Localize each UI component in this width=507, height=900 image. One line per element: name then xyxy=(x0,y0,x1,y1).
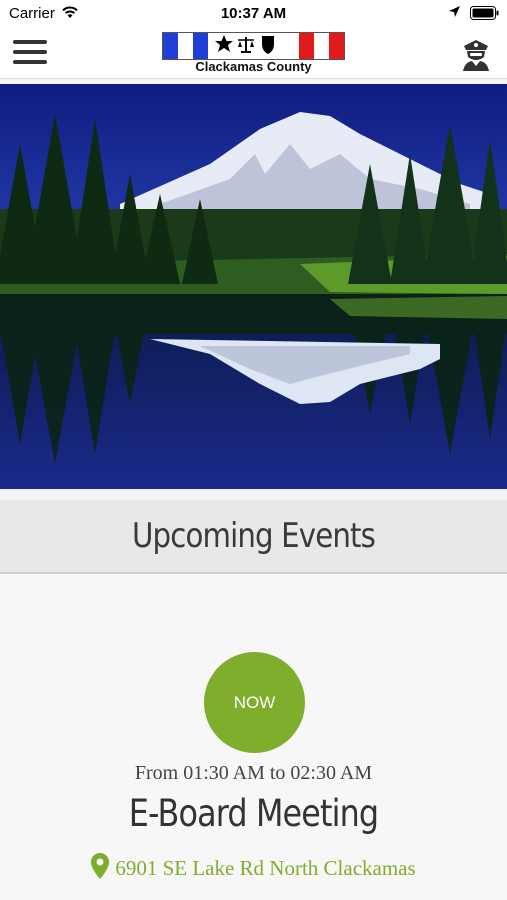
section-title: Upcoming Events xyxy=(131,516,376,556)
status-bar: Carrier 10:37 AM xyxy=(0,0,507,28)
battery-icon xyxy=(470,6,499,20)
location-arrow-icon xyxy=(448,5,461,22)
event-location-link[interactable]: 6901 SE Lake Rd North Clackamas xyxy=(0,853,507,885)
logo-emblems-icon xyxy=(215,35,274,54)
navigation-bar: Clackamas County xyxy=(0,28,507,79)
police-officer-icon[interactable] xyxy=(459,37,493,71)
clock-time: 10:37 AM xyxy=(220,5,287,22)
logo-stripe xyxy=(163,33,179,59)
map-pin-icon xyxy=(91,853,110,885)
logo-stripe xyxy=(178,33,194,59)
logo-text: Clackamas County xyxy=(195,59,312,74)
now-badge: NOW xyxy=(204,652,305,753)
event-title: E-Board Meeting xyxy=(128,792,379,835)
event-card[interactable]: NOW From 01:30 AM to 02:30 AM E-Board Me… xyxy=(0,575,507,900)
logo-stripe xyxy=(298,33,314,59)
logo-stripe xyxy=(193,33,209,59)
hero-image xyxy=(0,84,507,489)
logo-stripe xyxy=(328,33,344,59)
upcoming-events-header: Upcoming Events xyxy=(0,500,507,574)
event-time-range: From 01:30 AM to 02:30 AM xyxy=(134,762,373,784)
clackamas-county-logo: Clackamas County xyxy=(162,32,345,74)
hamburger-menu-icon[interactable] xyxy=(13,40,47,66)
logo-stripe xyxy=(313,33,329,59)
event-location-text: 6901 SE Lake Rd North Clackamas xyxy=(115,856,416,880)
